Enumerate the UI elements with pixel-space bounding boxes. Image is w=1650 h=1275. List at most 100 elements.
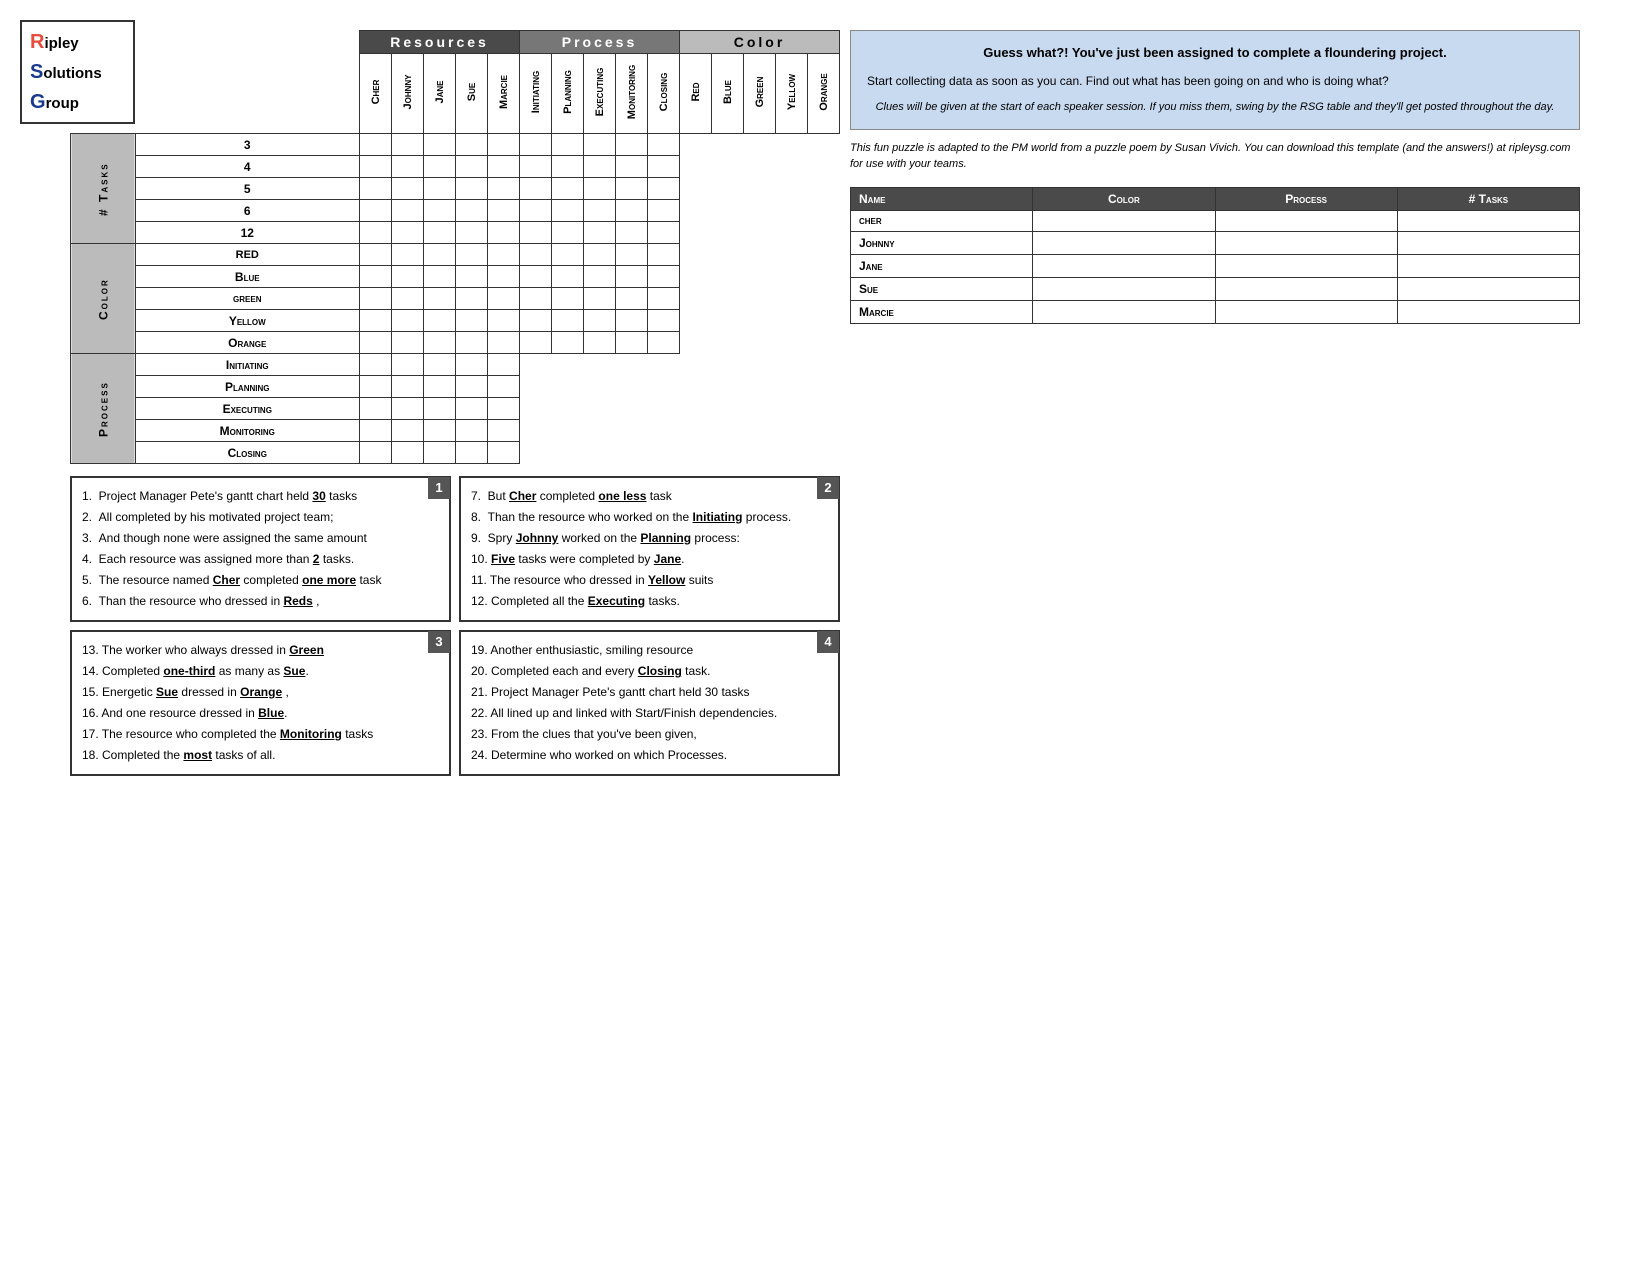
cell-plan-sue[interactable]	[456, 376, 488, 398]
cell-t3-planning[interactable]	[552, 134, 584, 156]
cell-t12-initiating[interactable]	[520, 222, 552, 244]
summary-process-cher[interactable]	[1215, 210, 1397, 231]
cell-t5-johnny[interactable]	[392, 178, 424, 200]
summary-process-jane[interactable]	[1215, 254, 1397, 277]
cell-t6-closing[interactable]	[648, 200, 680, 222]
cell-t5-cher[interactable]	[360, 178, 392, 200]
cell-blue-executing[interactable]	[584, 266, 616, 288]
cell-t4-executing[interactable]	[584, 156, 616, 178]
cell-red-initiating[interactable]	[520, 244, 552, 266]
cell-t6-executing[interactable]	[584, 200, 616, 222]
cell-orange-jane[interactable]	[424, 332, 456, 354]
cell-red-marcie[interactable]	[488, 244, 520, 266]
cell-t12-monitoring[interactable]	[616, 222, 648, 244]
summary-color-johnny[interactable]	[1033, 231, 1215, 254]
cell-t4-monitoring[interactable]	[616, 156, 648, 178]
cell-exec-sue[interactable]	[456, 398, 488, 420]
cell-t3-executing[interactable]	[584, 134, 616, 156]
cell-green-jane[interactable]	[424, 288, 456, 310]
cell-red-johnny[interactable]	[392, 244, 424, 266]
cell-yellow-marcie[interactable]	[488, 310, 520, 332]
cell-red-closing[interactable]	[648, 244, 680, 266]
cell-green-initiating[interactable]	[520, 288, 552, 310]
cell-t6-cher[interactable]	[360, 200, 392, 222]
cell-mon-sue[interactable]	[456, 420, 488, 442]
cell-green-planning[interactable]	[552, 288, 584, 310]
cell-t3-monitoring[interactable]	[616, 134, 648, 156]
summary-tasks-jane[interactable]	[1397, 254, 1579, 277]
cell-init-cher[interactable]	[360, 354, 392, 376]
cell-green-sue[interactable]	[456, 288, 488, 310]
cell-t6-marcie[interactable]	[488, 200, 520, 222]
cell-green-monitoring[interactable]	[616, 288, 648, 310]
cell-t12-johnny[interactable]	[392, 222, 424, 244]
cell-orange-cher[interactable]	[360, 332, 392, 354]
cell-t4-planning[interactable]	[552, 156, 584, 178]
cell-init-marcie[interactable]	[488, 354, 520, 376]
cell-red-cher[interactable]	[360, 244, 392, 266]
cell-mon-marcie[interactable]	[488, 420, 520, 442]
cell-close-jane[interactable]	[424, 442, 456, 464]
cell-mon-cher[interactable]	[360, 420, 392, 442]
cell-orange-closing[interactable]	[648, 332, 680, 354]
cell-green-johnny[interactable]	[392, 288, 424, 310]
summary-process-marcie[interactable]	[1215, 300, 1397, 323]
cell-orange-johnny[interactable]	[392, 332, 424, 354]
cell-t3-jane[interactable]	[424, 134, 456, 156]
cell-blue-monitoring[interactable]	[616, 266, 648, 288]
cell-close-marcie[interactable]	[488, 442, 520, 464]
cell-t6-planning[interactable]	[552, 200, 584, 222]
summary-color-cher[interactable]	[1033, 210, 1215, 231]
cell-t3-initiating[interactable]	[520, 134, 552, 156]
cell-blue-initiating[interactable]	[520, 266, 552, 288]
cell-t6-monitoring[interactable]	[616, 200, 648, 222]
cell-yellow-planning[interactable]	[552, 310, 584, 332]
cell-green-cher[interactable]	[360, 288, 392, 310]
cell-t4-marcie[interactable]	[488, 156, 520, 178]
cell-t12-sue[interactable]	[456, 222, 488, 244]
cell-t3-sue[interactable]	[456, 134, 488, 156]
cell-orange-marcie[interactable]	[488, 332, 520, 354]
cell-plan-johnny[interactable]	[392, 376, 424, 398]
cell-t12-executing[interactable]	[584, 222, 616, 244]
cell-exec-johnny[interactable]	[392, 398, 424, 420]
cell-t5-executing[interactable]	[584, 178, 616, 200]
summary-color-marcie[interactable]	[1033, 300, 1215, 323]
cell-init-jane[interactable]	[424, 354, 456, 376]
cell-yellow-initiating[interactable]	[520, 310, 552, 332]
cell-t4-closing[interactable]	[648, 156, 680, 178]
cell-exec-cher[interactable]	[360, 398, 392, 420]
summary-tasks-cher[interactable]	[1397, 210, 1579, 231]
cell-blue-sue[interactable]	[456, 266, 488, 288]
cell-init-johnny[interactable]	[392, 354, 424, 376]
cell-green-closing[interactable]	[648, 288, 680, 310]
cell-t12-cher[interactable]	[360, 222, 392, 244]
cell-blue-jane[interactable]	[424, 266, 456, 288]
cell-t6-sue[interactable]	[456, 200, 488, 222]
cell-t3-closing[interactable]	[648, 134, 680, 156]
cell-red-sue[interactable]	[456, 244, 488, 266]
cell-blue-johnny[interactable]	[392, 266, 424, 288]
cell-close-sue[interactable]	[456, 442, 488, 464]
cell-t4-johnny[interactable]	[392, 156, 424, 178]
cell-t5-closing[interactable]	[648, 178, 680, 200]
cell-yellow-cher[interactable]	[360, 310, 392, 332]
cell-close-johnny[interactable]	[392, 442, 424, 464]
cell-t5-monitoring[interactable]	[616, 178, 648, 200]
cell-t3-marcie[interactable]	[488, 134, 520, 156]
summary-tasks-sue[interactable]	[1397, 277, 1579, 300]
summary-color-sue[interactable]	[1033, 277, 1215, 300]
summary-tasks-johnny[interactable]	[1397, 231, 1579, 254]
cell-mon-johnny[interactable]	[392, 420, 424, 442]
cell-green-executing[interactable]	[584, 288, 616, 310]
cell-t12-jane[interactable]	[424, 222, 456, 244]
cell-plan-jane[interactable]	[424, 376, 456, 398]
cell-mon-jane[interactable]	[424, 420, 456, 442]
cell-t5-initiating[interactable]	[520, 178, 552, 200]
cell-t6-initiating[interactable]	[520, 200, 552, 222]
cell-yellow-sue[interactable]	[456, 310, 488, 332]
cell-t12-marcie[interactable]	[488, 222, 520, 244]
cell-t5-jane[interactable]	[424, 178, 456, 200]
cell-yellow-jane[interactable]	[424, 310, 456, 332]
cell-t5-marcie[interactable]	[488, 178, 520, 200]
